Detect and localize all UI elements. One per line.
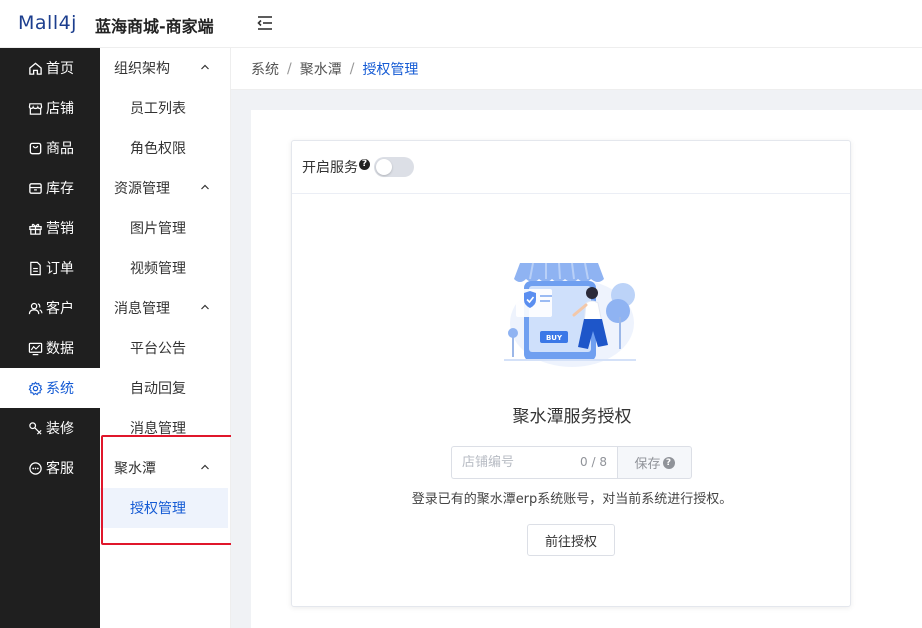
gear-icon xyxy=(28,380,43,396)
authorization-description: 登录已有的聚水潭erp系统账号，对当前系统进行授权。 xyxy=(411,492,733,507)
submenu-item-videos[interactable]: 视频管理 xyxy=(100,248,230,288)
toggle-knob xyxy=(376,159,392,175)
product-icon xyxy=(28,141,43,156)
save-button[interactable]: 保存 ? xyxy=(617,446,692,479)
sidebar-item-label: 客户 xyxy=(46,301,74,317)
sidebar-item-label: 库存 xyxy=(46,181,74,197)
home-icon xyxy=(28,61,43,76)
authorize-button[interactable]: 前往授权 xyxy=(527,524,615,556)
service-toggle[interactable] xyxy=(374,157,414,177)
submenu-item-authorization[interactable]: 授权管理 xyxy=(100,488,228,528)
secondary-menu: 组织架构 员工列表 角色权限 资源管理 图片管理 视频管理 消息管理 平台公告 … xyxy=(100,48,231,628)
shop-code-input[interactable] xyxy=(462,455,572,470)
sidebar-item-label: 店铺 xyxy=(46,101,74,117)
breadcrumb-item-system[interactable]: 系统 xyxy=(251,59,279,79)
chevron-up-icon xyxy=(201,184,209,190)
char-counter: 0 / 8 xyxy=(580,455,607,469)
sidebar-item-inventory[interactable]: 库存 xyxy=(0,168,100,208)
sidebar-item-decoration[interactable]: 装修 xyxy=(0,408,100,448)
sidebar-item-service[interactable]: 客服 xyxy=(0,448,100,488)
sidebar-item-label: 首页 xyxy=(46,61,74,77)
sidebar-item-label: 订单 xyxy=(46,261,74,277)
card-title: 聚水潭服务授权 xyxy=(512,407,632,427)
submenu-item-roles[interactable]: 角色权限 xyxy=(100,128,230,168)
submenu-group-label: 组织架构 xyxy=(114,61,170,77)
chevron-up-icon xyxy=(201,304,209,310)
sidebar-item-label: 营销 xyxy=(46,221,74,237)
chevron-up-icon xyxy=(201,464,209,470)
sidebar-item-home[interactable]: 首页 xyxy=(0,48,100,88)
sidebar-item-data[interactable]: 数据 xyxy=(0,328,100,368)
app-title: 蓝海商城-商家端 xyxy=(95,17,214,36)
sidebar-item-label: 系统 xyxy=(46,381,74,397)
decoration-icon xyxy=(28,421,43,436)
authorization-card: 开启服务 ? BUY 聚水潭服务授权 店铺编号 0 / 8 保存 ? 登录已有的… xyxy=(291,140,851,607)
sidebar-item-label: 装修 xyxy=(46,421,74,437)
chat-icon xyxy=(28,461,43,476)
data-icon xyxy=(28,341,43,356)
sidebar-item-shop[interactable]: 店铺 xyxy=(0,88,100,128)
help-icon[interactable]: ? xyxy=(359,158,370,170)
breadcrumb-item-current: 授权管理 xyxy=(362,61,419,78)
chevron-up-icon xyxy=(201,64,209,70)
shop-code-input-wrapper: 0 / 8 xyxy=(451,446,617,479)
submenu-group-label: 消息管理 xyxy=(114,301,170,317)
help-icon: ? xyxy=(662,456,675,469)
service-label: 开启服务 xyxy=(302,160,358,176)
shop-illustration: BUY xyxy=(504,262,636,367)
gift-icon xyxy=(28,221,43,236)
submenu-group-messages[interactable]: 消息管理 xyxy=(100,288,230,328)
shop-code-input-group: 0 / 8 保存 ? xyxy=(451,446,692,479)
sidebar-item-order[interactable]: 订单 xyxy=(0,248,100,288)
inventory-icon xyxy=(28,181,43,196)
submenu-item-auto-reply[interactable]: 自动回复 xyxy=(100,368,230,408)
card-header: 开启服务 ? xyxy=(292,141,850,194)
sidebar-item-label: 客服 xyxy=(46,461,74,477)
save-label: 保存 xyxy=(634,457,661,472)
sidebar-item-marketing[interactable]: 营销 xyxy=(0,208,100,248)
breadcrumb-separator: / xyxy=(349,60,355,77)
order-icon xyxy=(28,261,43,276)
breadcrumb-item-jushuitan[interactable]: 聚水潭 xyxy=(300,59,342,79)
shop-icon xyxy=(28,101,43,116)
submenu-item-images[interactable]: 图片管理 xyxy=(100,208,230,248)
collapse-menu-icon[interactable] xyxy=(256,14,274,32)
sidebar-item-product[interactable]: 商品 xyxy=(0,128,100,168)
submenu-group-label: 资源管理 xyxy=(114,181,170,197)
logo: Mall4j xyxy=(18,12,77,34)
sidebar-item-label: 商品 xyxy=(46,141,74,157)
sidebar-item-system[interactable]: 系统 xyxy=(0,368,100,408)
primary-sidebar: 首页 店铺 商品 库存 营销 订单 客户 数据 系统 装修 客服 xyxy=(0,48,100,628)
sidebar-item-label: 数据 xyxy=(46,341,74,357)
top-header: Mall4j 蓝海商城-商家端 xyxy=(0,0,922,48)
submenu-group-resources[interactable]: 资源管理 xyxy=(100,168,230,208)
sidebar-item-customer[interactable]: 客户 xyxy=(0,288,100,328)
breadcrumb-separator: / xyxy=(287,60,292,77)
submenu-item-staff[interactable]: 员工列表 xyxy=(100,88,230,128)
customer-icon xyxy=(28,301,43,316)
submenu-group-org[interactable]: 组织架构 xyxy=(100,48,230,88)
submenu-item-message-mgmt[interactable]: 消息管理 xyxy=(100,408,230,448)
submenu-group-jushuitan[interactable]: 聚水潭 xyxy=(100,448,230,488)
submenu-item-announcements[interactable]: 平台公告 xyxy=(100,328,230,368)
buy-label: BUY xyxy=(546,334,563,342)
submenu-group-label: 聚水潭 xyxy=(114,461,156,477)
breadcrumb: 系统 / 聚水潭 / 授权管理 xyxy=(231,48,922,90)
